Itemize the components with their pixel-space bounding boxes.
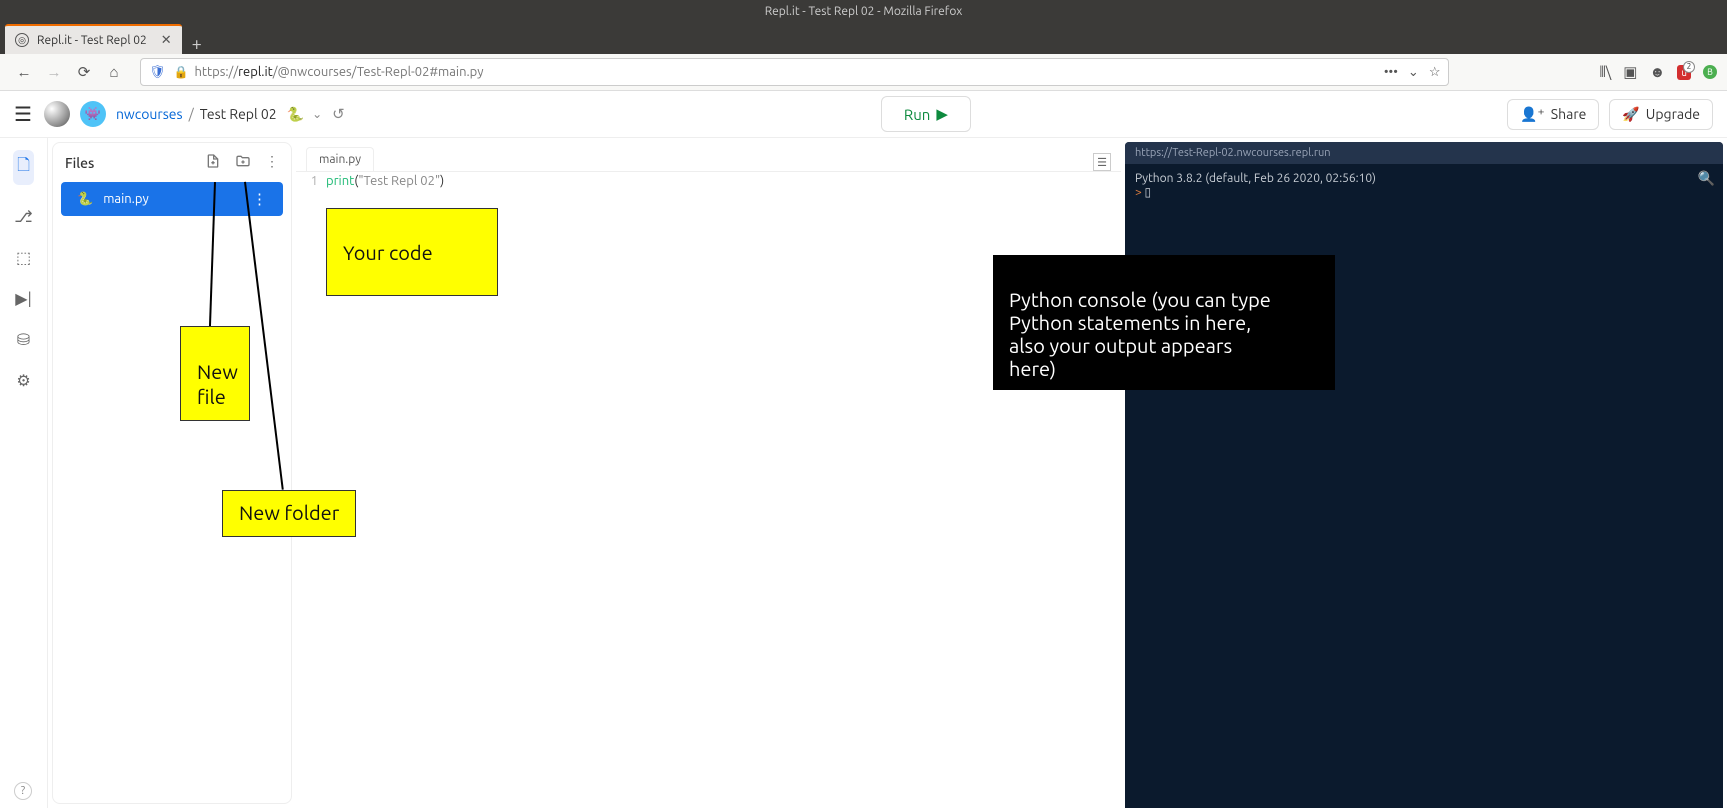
- file-more-icon[interactable]: ⋮: [252, 190, 267, 208]
- browser-toolbar: ← → ⟳ ⌂ 🛡 🔒 https://repl.it/@nwcourses/T…: [0, 54, 1727, 91]
- share-icon: 👤⁺: [1520, 106, 1545, 123]
- shield-icon[interactable]: 🛡: [149, 65, 166, 80]
- app: ☰ 👾 nwcourses / Test Repl 02 🐍 ⌄ ↺ Run ▶…: [0, 91, 1727, 808]
- new-folder-icon[interactable]: [235, 153, 251, 172]
- bookmark-icon[interactable]: ☆: [1429, 65, 1441, 80]
- app-header: ☰ 👾 nwcourses / Test Repl 02 🐍 ⌄ ↺ Run ▶…: [0, 91, 1727, 138]
- back-button[interactable]: ←: [10, 58, 38, 86]
- console-cursor: ▯: [1145, 186, 1152, 199]
- history-icon[interactable]: ↺: [332, 105, 345, 123]
- rocket-icon: 🚀: [1622, 106, 1639, 123]
- console[interactable]: https://Test-Repl-02.nwcourses.repl.run …: [1125, 142, 1723, 808]
- workspace: 🗋 ⎇ ⬚ ▶| ⛁ ⚙ ? Files ⋮ 🐍 main.py ⋮: [0, 138, 1727, 808]
- url-host: repl.it: [238, 65, 273, 79]
- files-header: Files ⋮: [53, 143, 291, 182]
- browser-tabstrip: ◎ Repl.it - Test Repl 02 ✕ +: [0, 22, 1727, 54]
- upgrade-label: Upgrade: [1646, 106, 1700, 122]
- annotation-new-folder: New folder: [222, 490, 356, 537]
- share-label: Share: [1551, 106, 1587, 122]
- help-icon[interactable]: ?: [14, 782, 32, 800]
- sidebar-icon[interactable]: ▣: [1623, 63, 1637, 81]
- version-control-icon[interactable]: ⎇: [14, 207, 32, 226]
- breadcrumb-repl: Test Repl 02: [200, 106, 277, 122]
- forward-button[interactable]: →: [40, 58, 68, 86]
- new-file-icon[interactable]: [205, 153, 221, 172]
- extension-icon[interactable]: B: [1703, 65, 1717, 79]
- tab-title: Repl.it - Test Repl 02: [37, 34, 147, 47]
- ublock-icon[interactable]: u: [1677, 65, 1691, 80]
- console-url-bar: https://Test-Repl-02.nwcourses.repl.run: [1125, 142, 1723, 164]
- console-url: https://Test-Repl-02.nwcourses.repl.run: [1135, 147, 1331, 159]
- line-number: 1: [296, 174, 326, 804]
- annotation-new-file: New file: [180, 326, 250, 421]
- url-bar[interactable]: 🛡 🔒 https://repl.it/@nwcourses/Test-Repl…: [140, 58, 1449, 86]
- close-icon[interactable]: ✕: [161, 33, 172, 48]
- avatar[interactable]: 👾: [80, 101, 106, 127]
- search-icon[interactable]: 🔍: [1698, 170, 1715, 187]
- run-label: Run: [904, 106, 930, 123]
- favicon: ◎: [15, 33, 29, 47]
- account-icon[interactable]: ☻: [1649, 63, 1665, 81]
- editor-layout-icon[interactable]: ☰: [1093, 153, 1111, 171]
- lock-icon: 🔒: [174, 65, 189, 79]
- file-name: main.py: [103, 192, 149, 206]
- home-button[interactable]: ⌂: [100, 58, 128, 86]
- run-button[interactable]: Run ▶: [881, 96, 971, 132]
- python-file-icon: 🐍: [77, 192, 93, 207]
- window-title: Repl.it - Test Repl 02 - Mozilla Firefox: [765, 5, 963, 18]
- more-icon[interactable]: ⋮: [265, 153, 279, 172]
- page-actions-icon[interactable]: •••: [1384, 65, 1398, 79]
- packages-icon[interactable]: ⬚: [16, 248, 31, 267]
- editor-tabs: main.py ☰: [296, 142, 1121, 172]
- breadcrumb-user[interactable]: nwcourses: [116, 106, 183, 122]
- files-title: Files: [65, 155, 94, 171]
- reload-button[interactable]: ⟳: [70, 58, 98, 86]
- pocket-icon[interactable]: ⌄: [1408, 65, 1419, 80]
- debugger-icon[interactable]: ▶|: [15, 289, 32, 308]
- breadcrumb-sep: /: [189, 106, 194, 122]
- window-titlebar: Repl.it - Test Repl 02 - Mozilla Firefox: [0, 0, 1727, 22]
- annotation-your-code: Your code: [326, 208, 498, 296]
- settings-icon[interactable]: ⚙: [16, 371, 30, 390]
- chevron-down-icon[interactable]: ⌄: [312, 107, 322, 121]
- database-icon[interactable]: ⛁: [17, 330, 30, 349]
- files-icon[interactable]: 🗋: [13, 150, 34, 185]
- new-tab-button[interactable]: +: [182, 34, 212, 54]
- url-path: /@nwcourses/Test-Repl-02#main.py: [273, 65, 484, 79]
- editor-tab[interactable]: main.py: [306, 147, 374, 171]
- play-icon: ▶: [936, 105, 948, 123]
- upgrade-button[interactable]: 🚀 Upgrade: [1609, 99, 1713, 130]
- left-gutter: 🗋 ⎇ ⬚ ▶| ⛁ ⚙ ?: [0, 138, 48, 808]
- url-protocol: https://: [194, 65, 238, 79]
- python-icon: 🐍: [287, 106, 304, 123]
- browser-tab[interactable]: ◎ Repl.it - Test Repl 02 ✕: [5, 24, 182, 54]
- share-button[interactable]: 👤⁺ Share: [1507, 99, 1599, 130]
- menu-icon[interactable]: ☰: [14, 102, 32, 126]
- files-panel: Files ⋮ 🐍 main.py ⋮: [52, 142, 292, 804]
- file-item[interactable]: 🐍 main.py ⋮: [61, 182, 283, 216]
- console-output: Python 3.8.2 (default, Feb 26 2020, 02:5…: [1125, 164, 1723, 207]
- console-prompt: >: [1135, 186, 1142, 199]
- replit-logo-icon[interactable]: [44, 101, 70, 127]
- console-line: Python 3.8.2 (default, Feb 26 2020, 02:5…: [1135, 172, 1713, 185]
- annotation-console-note: Python console (you can type Python stat…: [993, 255, 1335, 390]
- editor-tab-label: main.py: [319, 153, 361, 166]
- toolbar-right: ⫴\ ▣ ☻ u B: [1599, 63, 1717, 81]
- library-icon[interactable]: ⫴\: [1599, 63, 1611, 81]
